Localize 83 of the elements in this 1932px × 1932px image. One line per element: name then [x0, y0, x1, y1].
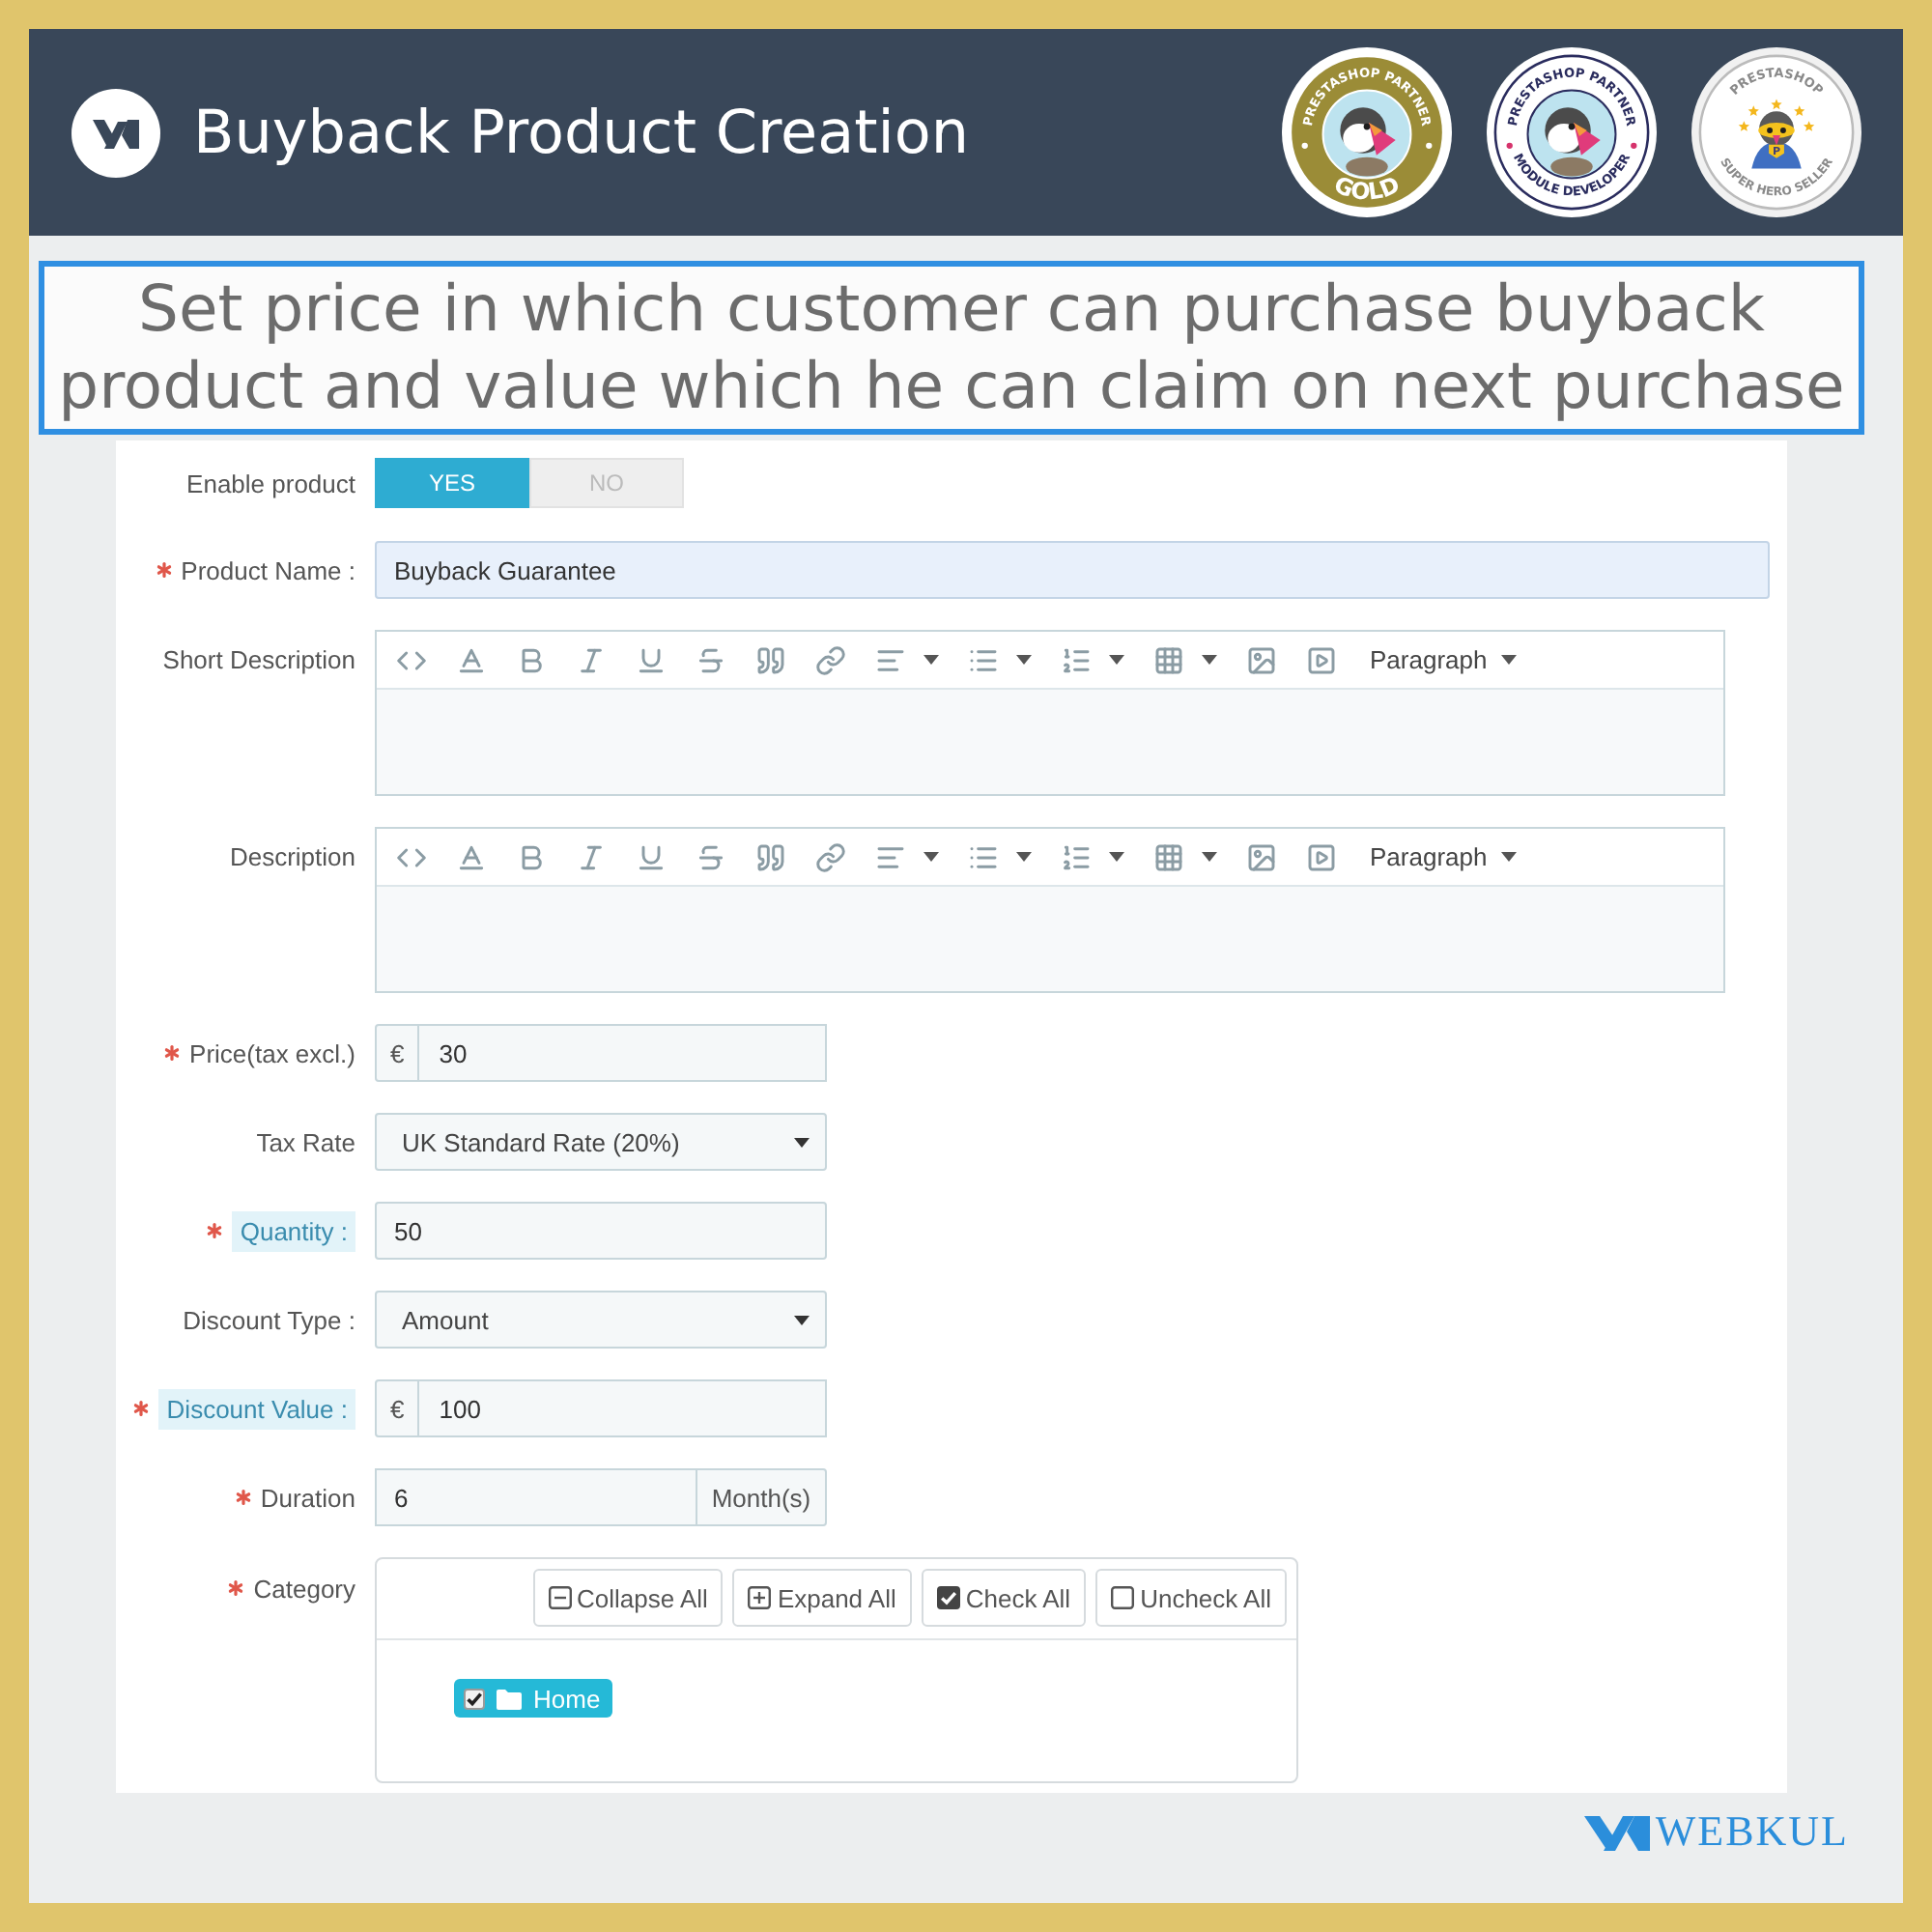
input-field[interactable]: 100 [419, 1379, 827, 1437]
underline-icon[interactable] [636, 841, 667, 872]
field-label: Category [253, 1574, 355, 1603]
star-icon [1804, 121, 1815, 131]
input-field[interactable]: 50 [375, 1202, 827, 1260]
tree-action-button[interactable]: Expand All [732, 1569, 912, 1627]
star-icon [1738, 121, 1749, 131]
caret-icon[interactable] [794, 1137, 810, 1147]
input-field[interactable]: Buyback Guarantee [375, 541, 1770, 599]
field-label: Discount Value : [158, 1388, 355, 1429]
collapse-icon [548, 1586, 571, 1609]
italic-icon[interactable] [576, 841, 607, 872]
table-icon[interactable] [1153, 841, 1184, 872]
input-field[interactable]: 6 [375, 1468, 697, 1526]
link-icon[interactable] [815, 841, 846, 872]
bullet-list-icon[interactable] [968, 841, 999, 872]
caret-icon[interactable] [923, 852, 939, 862]
align-left-icon[interactable] [875, 841, 906, 872]
input-field[interactable]: 30 [419, 1024, 827, 1082]
quote-icon[interactable] [755, 644, 786, 675]
field-label: Enable product [186, 469, 355, 497]
caret-icon[interactable] [1109, 852, 1124, 862]
select-field[interactable]: UK Standard Rate (20%) [375, 1113, 827, 1171]
dot-icon [1301, 142, 1308, 149]
video-icon[interactable] [1306, 841, 1337, 872]
strikethrough-icon[interactable] [696, 841, 726, 872]
field-label: Product Name : [181, 555, 355, 584]
table-icon[interactable] [1153, 644, 1184, 675]
star-icon [1771, 99, 1782, 110]
caret-icon[interactable] [1500, 655, 1517, 665]
image-icon[interactable] [1246, 841, 1277, 872]
align-left-icon[interactable] [875, 644, 906, 675]
folder-icon [497, 1688, 522, 1709]
caret-icon[interactable] [1202, 655, 1217, 665]
caret-icon[interactable] [794, 1315, 810, 1324]
strikethrough-icon[interactable] [696, 644, 726, 675]
numbered-list-icon[interactable] [1061, 841, 1092, 872]
caret-icon[interactable] [1016, 852, 1032, 862]
tree-action-button[interactable]: Uncheck All [1095, 1569, 1287, 1627]
field-label: Price(tax excl.) [189, 1038, 355, 1067]
field-label: Duration [260, 1483, 355, 1512]
format-dropdown[interactable]: Paragraph [1370, 645, 1517, 674]
underline-icon[interactable] [636, 644, 667, 675]
dot-icon [1426, 142, 1433, 149]
image-icon[interactable] [1246, 644, 1277, 675]
caret-icon[interactable] [1109, 655, 1124, 665]
expand-icon [748, 1586, 772, 1609]
brand-name: WEBKUL [1655, 1806, 1849, 1857]
caret-icon[interactable] [923, 655, 939, 665]
italic-icon[interactable] [576, 644, 607, 675]
currency-addon: € [375, 1379, 420, 1437]
currency-addon: € [375, 1024, 420, 1082]
field-label: Short Description [162, 644, 355, 673]
field-label: Quantity : [232, 1210, 355, 1251]
page-title: Buyback Product Creation [193, 98, 972, 167]
link-icon[interactable] [815, 644, 846, 675]
instruction-banner: Set price in which customer can purchase buyback product and value which he can claim on next purchase [39, 261, 1864, 435]
tree-action-button[interactable]: Collapse All [532, 1569, 724, 1627]
tree-action-button[interactable]: Check All [921, 1569, 1087, 1627]
logo-icon [71, 88, 160, 177]
empty-box-icon [1111, 1586, 1135, 1609]
video-icon[interactable] [1306, 644, 1337, 675]
format-dropdown[interactable]: Paragraph [1370, 842, 1517, 871]
checkbox[interactable] [464, 1688, 485, 1709]
text-color-icon[interactable] [456, 644, 487, 675]
field-label: Tax Rate [256, 1127, 355, 1156]
unit-addon: Month(s) [697, 1468, 827, 1526]
text-color-icon[interactable] [456, 841, 487, 872]
bullet-list-icon[interactable] [968, 644, 999, 675]
star-icon [1794, 105, 1805, 117]
badge-text: GOLD [1329, 170, 1405, 206]
star-icon [1747, 105, 1759, 117]
checked-box-icon [936, 1586, 960, 1609]
caret-icon[interactable] [1500, 852, 1517, 862]
dot-icon [1631, 142, 1637, 149]
caret-icon[interactable] [1016, 655, 1032, 665]
select-field[interactable]: Amount [375, 1291, 827, 1349]
caret-icon[interactable] [1202, 852, 1217, 862]
field-label: Description [229, 841, 355, 870]
field-label: Discount Type : [183, 1305, 355, 1334]
numbered-list-icon[interactable] [1061, 644, 1092, 675]
quote-icon[interactable] [755, 841, 786, 872]
dot-icon [1506, 142, 1513, 149]
